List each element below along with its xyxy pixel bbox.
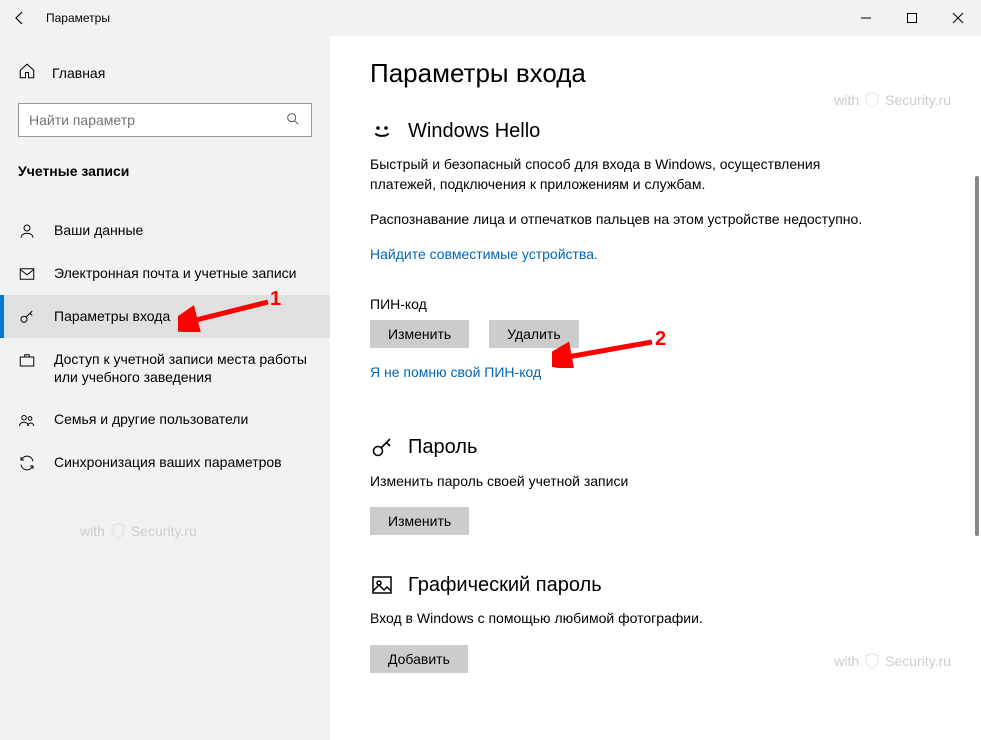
pin-label: ПИН-код — [370, 296, 941, 312]
briefcase-icon — [18, 351, 36, 369]
search-box[interactable] — [18, 103, 312, 137]
person-icon — [18, 222, 36, 240]
sidebar-item-work-school[interactable]: Доступ к учетной записи места работы или… — [0, 338, 330, 398]
section-heading: Windows Hello — [408, 120, 540, 143]
sidebar-home-label: Главная — [52, 65, 105, 81]
maximize-button[interactable] — [889, 0, 935, 36]
picture-icon — [370, 573, 394, 597]
sidebar-item-label: Синхронизация ваших параметров — [54, 453, 312, 471]
key-icon — [370, 436, 394, 460]
window-controls — [843, 0, 981, 36]
mail-icon — [18, 265, 36, 283]
forgot-pin-link[interactable]: Я не помню свой ПИН-код — [370, 364, 541, 380]
titlebar: Параметры — [0, 0, 981, 36]
scrollbar[interactable] — [975, 176, 979, 536]
key-icon — [18, 308, 36, 326]
annotation-number-1: 1 — [270, 288, 281, 311]
annotation-arrow-2 — [552, 332, 662, 368]
picture-add-button[interactable]: Добавить — [370, 645, 468, 673]
section-password: Пароль Изменить пароль своей учетной зап… — [370, 436, 941, 536]
password-desc: Изменить пароль своей учетной записи — [370, 472, 890, 492]
hello-desc: Быстрый и безопасный способ для входа в … — [370, 155, 890, 194]
sidebar-item-sync[interactable]: Синхронизация ваших параметров — [0, 441, 330, 484]
picture-desc: Вход в Windows с помощью любимой фотогра… — [370, 609, 890, 629]
sidebar-item-label: Доступ к учетной записи места работы или… — [54, 350, 312, 386]
sidebar-item-your-info[interactable]: Ваши данные — [0, 209, 330, 252]
sidebar-nav: Ваши данные Электронная почта и учетные … — [0, 209, 330, 484]
minimize-button[interactable] — [843, 0, 889, 36]
watermark: with Security.ru — [80, 522, 197, 540]
pin-change-button[interactable]: Изменить — [370, 320, 469, 348]
sidebar: Главная Учетные записи Ваши данные Элект… — [0, 36, 330, 740]
find-devices-link[interactable]: Найдите совместимые устройства. — [370, 246, 598, 262]
section-heading: Графический пароль — [408, 574, 602, 597]
page-title: Параметры входа — [370, 58, 941, 89]
smile-icon — [370, 119, 394, 143]
people-icon — [18, 411, 36, 429]
search-input[interactable] — [29, 112, 285, 128]
watermark: with Security.ru — [834, 91, 951, 109]
sidebar-home[interactable]: Главная — [0, 56, 330, 97]
window-title: Параметры — [46, 11, 110, 25]
sidebar-item-label: Электронная почта и учетные записи — [54, 264, 312, 282]
section-heading: Пароль — [408, 436, 477, 459]
content: Параметры входа Windows Hello Быстрый и … — [330, 36, 981, 740]
sidebar-section-title: Учетные записи — [0, 157, 330, 191]
back-button[interactable] — [0, 0, 40, 36]
annotation-arrow-1 — [178, 296, 278, 332]
sidebar-item-label: Ваши данные — [54, 221, 312, 239]
annotation-number-2: 2 — [655, 328, 666, 351]
hello-unavailable: Распознавание лица и отпечатков пальцев … — [370, 210, 890, 230]
home-icon — [18, 62, 36, 83]
search-icon — [285, 111, 301, 130]
close-button[interactable] — [935, 0, 981, 36]
password-change-button[interactable]: Изменить — [370, 507, 469, 535]
sidebar-item-family[interactable]: Семья и другие пользователи — [0, 398, 330, 441]
sync-icon — [18, 454, 36, 472]
section-picture-password: Графический пароль Вход в Windows с помо… — [370, 573, 941, 673]
sidebar-item-label: Семья и другие пользователи — [54, 410, 312, 428]
